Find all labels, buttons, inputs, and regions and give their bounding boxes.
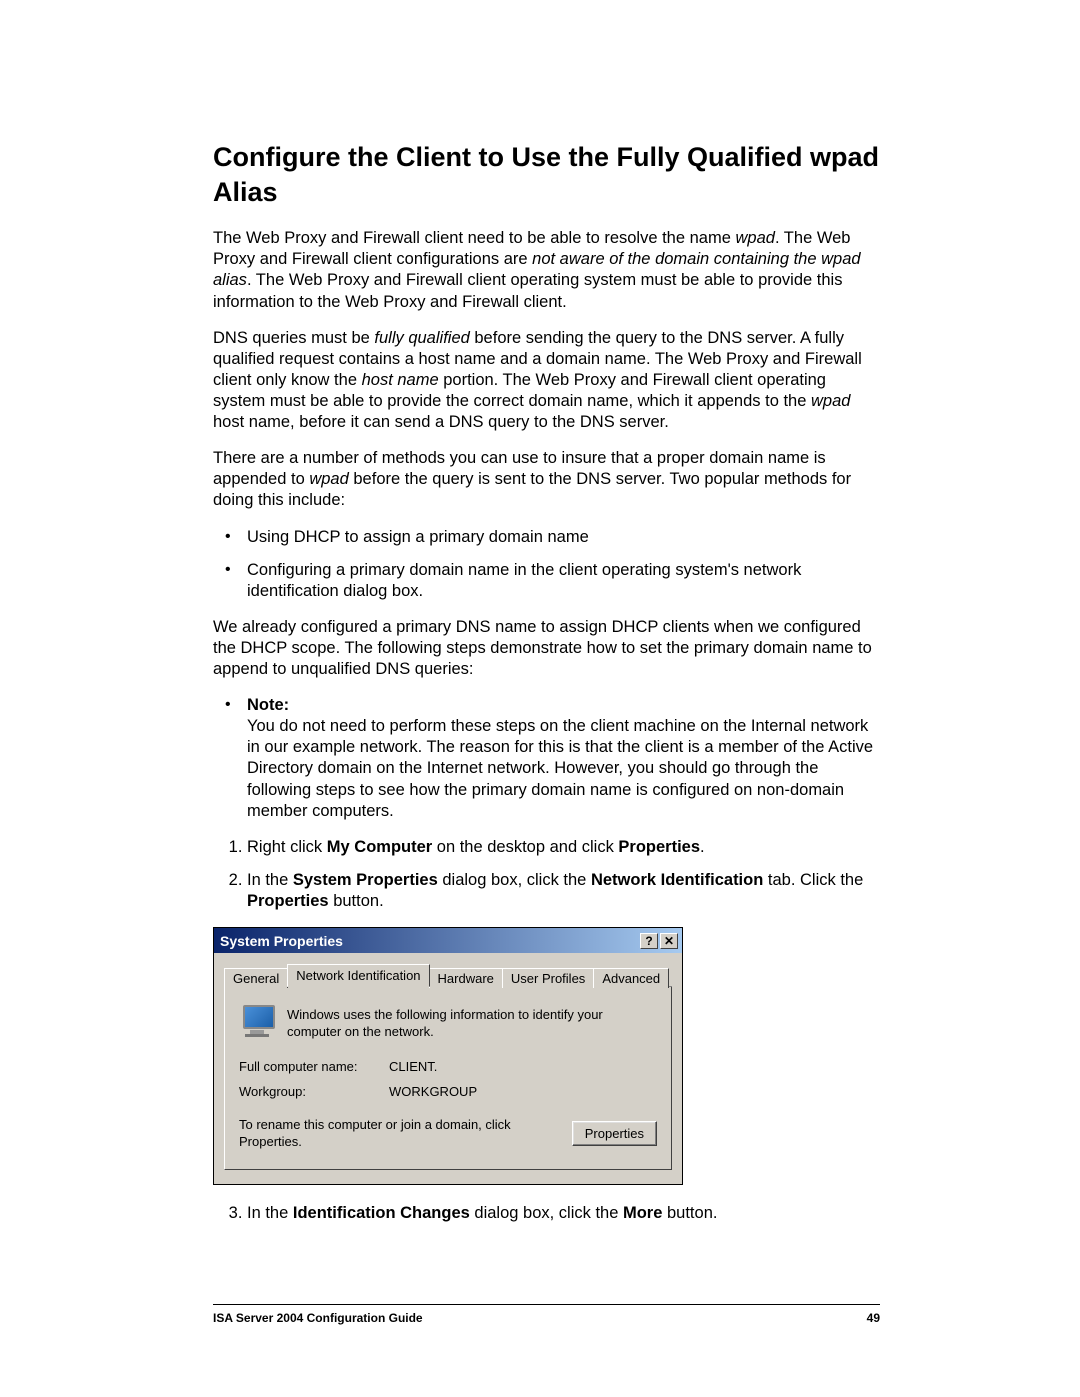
tab-network-identification[interactable]: Network Identification: [287, 964, 429, 987]
footer-left: ISA Server 2004 Configuration Guide: [213, 1311, 423, 1325]
footer-page-number: 49: [867, 1311, 880, 1325]
help-icon[interactable]: ?: [640, 933, 658, 949]
paragraph-1: The Web Proxy and Firewall client need t…: [213, 228, 880, 312]
rename-text: To rename this computer or join a domain…: [239, 1117, 562, 1151]
text-italic: wpad: [309, 470, 348, 488]
text: host name, before it can send a DNS quer…: [213, 413, 669, 431]
text: button.: [329, 892, 384, 910]
field-workgroup: Workgroup: WORKGROUP: [239, 1084, 657, 1099]
tab-content: Windows uses the following information t…: [224, 987, 672, 1170]
properties-button[interactable]: Properties: [572, 1121, 657, 1146]
dialog-title: System Properties: [220, 933, 343, 949]
page-heading: Configure the Client to Use the Fully Qu…: [213, 140, 880, 210]
computer-icon: [239, 1005, 275, 1037]
note-body: You do not need to perform these steps o…: [247, 717, 873, 819]
text-italic: fully qualified: [374, 329, 469, 347]
text-bold: Properties: [247, 892, 329, 910]
tabs: General Network Identification Hardware …: [224, 963, 672, 987]
action-row: To rename this computer or join a domain…: [239, 1117, 657, 1151]
text-bold: More: [623, 1204, 662, 1222]
document-page: Configure the Client to Use the Fully Qu…: [0, 0, 1080, 1385]
text: DNS queries must be: [213, 329, 374, 347]
dialog-body: General Network Identification Hardware …: [214, 953, 682, 1184]
text: Right click: [247, 838, 327, 856]
text: . The Web Proxy and Firewall client oper…: [213, 271, 842, 310]
field-value: WORKGROUP: [389, 1084, 477, 1099]
text: button.: [662, 1204, 717, 1222]
text: In the: [247, 1204, 293, 1222]
list-item: Configuring a primary domain name in the…: [213, 560, 880, 602]
note-list: Note: You do not need to perform these s…: [213, 695, 880, 822]
paragraph-2: DNS queries must be fully qualified befo…: [213, 328, 880, 434]
info-row: Windows uses the following information t…: [239, 1005, 657, 1041]
text: .: [700, 838, 705, 856]
bullet-list: Using DHCP to assign a primary domain na…: [213, 527, 880, 602]
text: In the: [247, 871, 293, 889]
text-bold: My Computer: [327, 838, 432, 856]
text-bold: System Properties: [293, 871, 438, 889]
text: tab. Click the: [763, 871, 863, 889]
page-footer: ISA Server 2004 Configuration Guide 49: [213, 1304, 880, 1325]
text-italic: wpad: [811, 392, 850, 410]
close-icon[interactable]: ✕: [660, 933, 678, 949]
paragraph-3: There are a number of methods you can us…: [213, 448, 880, 511]
text-bold: Identification Changes: [293, 1204, 470, 1222]
tab-advanced[interactable]: Advanced: [593, 968, 669, 988]
text-bold: Properties: [618, 838, 700, 856]
text: dialog box, click the: [470, 1204, 623, 1222]
text: The Web Proxy and Firewall client need t…: [213, 229, 735, 247]
dialog-titlebar: System Properties ? ✕: [214, 928, 682, 953]
titlebar-buttons: ? ✕: [640, 933, 678, 949]
tab-general[interactable]: General: [224, 968, 288, 988]
field-label: Workgroup:: [239, 1084, 389, 1099]
note-label: Note:: [247, 696, 289, 714]
step-2: In the System Properties dialog box, cli…: [247, 870, 880, 912]
field-label: Full computer name:: [239, 1059, 389, 1074]
ordered-steps-continued: In the Identification Changes dialog box…: [213, 1203, 880, 1224]
text: on the desktop and click: [432, 838, 618, 856]
text-italic: wpad: [735, 229, 774, 247]
field-full-computer-name: Full computer name: CLIENT.: [239, 1059, 657, 1074]
field-value: CLIENT.: [389, 1059, 437, 1074]
tab-hardware[interactable]: Hardware: [429, 968, 503, 988]
tab-user-profiles[interactable]: User Profiles: [502, 968, 594, 988]
text-italic: host name: [362, 371, 439, 389]
step-3: In the Identification Changes dialog box…: [247, 1203, 880, 1224]
note-item: Note: You do not need to perform these s…: [213, 695, 880, 822]
paragraph-4: We already configured a primary DNS name…: [213, 617, 880, 680]
list-item: Using DHCP to assign a primary domain na…: [213, 527, 880, 548]
text-bold: Network Identification: [591, 871, 763, 889]
system-properties-dialog: System Properties ? ✕ General Network Id…: [213, 927, 683, 1185]
ordered-steps: Right click My Computer on the desktop a…: [213, 837, 880, 912]
step-1: Right click My Computer on the desktop a…: [247, 837, 880, 858]
info-text: Windows uses the following information t…: [287, 1005, 657, 1041]
text: dialog box, click the: [438, 871, 591, 889]
